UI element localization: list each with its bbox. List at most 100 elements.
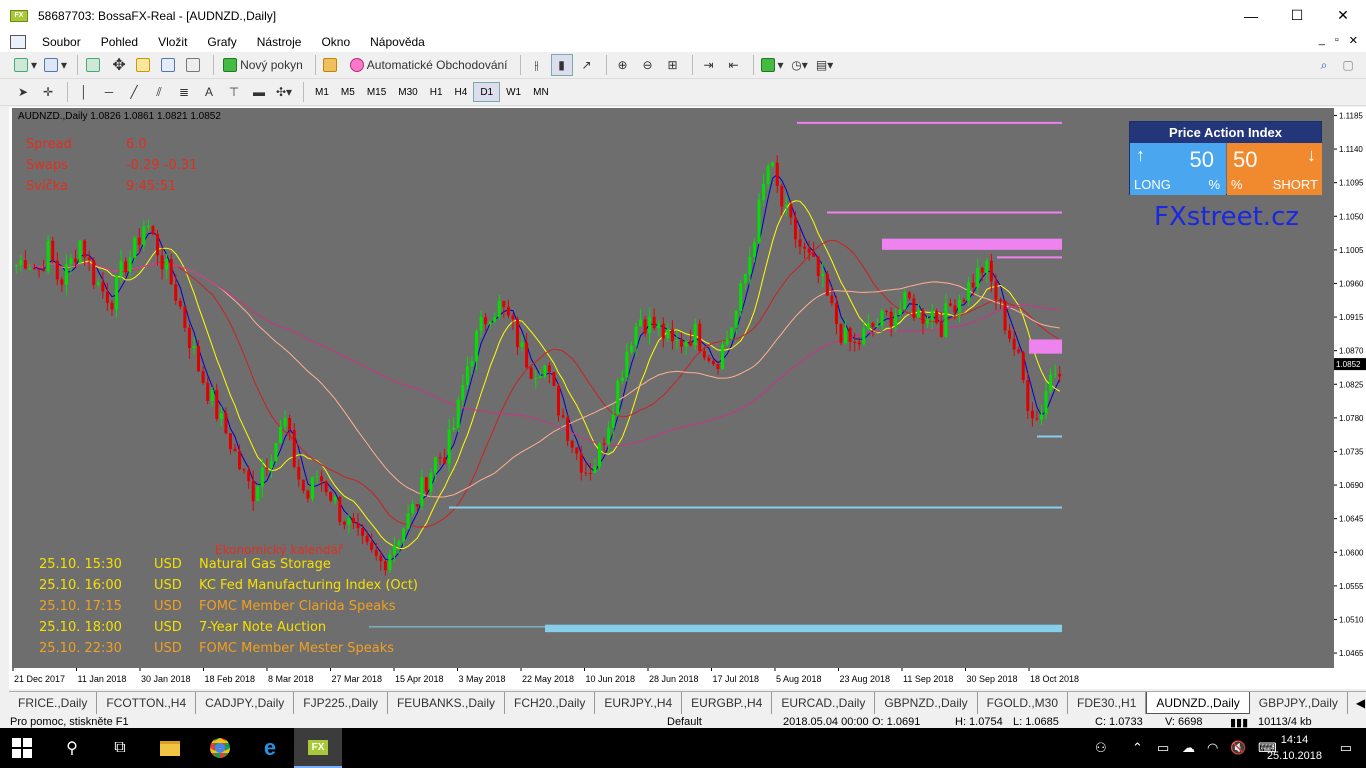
timeframe-h4[interactable]: H4 xyxy=(449,82,474,102)
zoom-in-button[interactable]: ⊕ xyxy=(612,54,634,76)
crosshair-tool[interactable]: ✛ xyxy=(37,81,59,103)
price-axis[interactable]: 1.1185 1.1140 1.1095 1.1050 1.1005 1.0960 1.09… xyxy=(1334,108,1366,668)
candle-body xyxy=(324,481,328,493)
tab-fde30-h1[interactable]: FDE30.,H1 xyxy=(1068,692,1147,714)
mdi-minimize-button[interactable]: _ xyxy=(1319,34,1325,47)
timeframe-m5[interactable]: M5 xyxy=(335,82,361,102)
task-view-icon[interactable]: ⧉ xyxy=(96,728,144,768)
tab-eurgbp-h4[interactable]: EURGBP.,H4 xyxy=(682,692,773,714)
new-chart-button[interactable]: ▾ xyxy=(12,54,39,76)
horizontal-line-tool[interactable]: ─ xyxy=(98,81,120,103)
search-taskbar-icon[interactable]: ⚲ xyxy=(48,728,96,768)
tab-gbpnzd-daily[interactable]: GBPNZD.,Daily xyxy=(875,692,978,714)
tab-fjp225-daily[interactable]: FJP225.,Daily xyxy=(294,692,388,714)
timeframe-d1[interactable]: D1 xyxy=(473,82,501,102)
auto-scroll-button[interactable]: ⇥ xyxy=(698,54,720,76)
templates-button[interactable]: ▤▾ xyxy=(814,54,836,76)
candle-body xyxy=(438,457,442,459)
strategy-tester-button[interactable] xyxy=(183,54,205,76)
chrome-icon[interactable] xyxy=(196,728,244,768)
candle-body xyxy=(415,504,419,507)
menu-soubor[interactable]: Soubor xyxy=(32,35,91,49)
tab-fch20-daily[interactable]: FCH20.,Daily xyxy=(505,692,596,714)
indicators-button[interactable]: ▾ xyxy=(759,54,786,76)
tab-frice-daily[interactable]: FRICE.,Daily xyxy=(9,692,98,714)
community-icon[interactable]: ▢ xyxy=(1337,54,1359,76)
terminal-button[interactable] xyxy=(158,54,180,76)
maximize-button[interactable]: ☐ xyxy=(1274,0,1320,31)
menu-pohled[interactable]: Pohled xyxy=(91,35,148,49)
taskbar-clock[interactable]: 14:14 25.10.2018 xyxy=(1267,732,1322,764)
fxstreet-watermark[interactable]: FXstreet.cz xyxy=(1154,202,1299,232)
arrows-tool[interactable]: ✣▾ xyxy=(273,81,295,103)
cloud-icon[interactable]: ☁ xyxy=(1182,740,1195,756)
tab-gbpjpy-daily[interactable]: GBPJPY.,Daily xyxy=(1250,692,1348,714)
battery-icon[interactable]: ▭ xyxy=(1157,740,1169,756)
timeframe-m30[interactable]: M30 xyxy=(392,82,423,102)
channel-tool[interactable]: ⫽ xyxy=(148,81,170,103)
timeframe-mn[interactable]: MN xyxy=(527,82,555,102)
chart-shift-button[interactable]: ⇤ xyxy=(723,54,745,76)
metaeditor-button[interactable] xyxy=(321,54,343,76)
tray-expand-icon[interactable]: ⌃ xyxy=(1132,740,1143,756)
navigator-button[interactable] xyxy=(133,54,155,76)
tile-windows-button[interactable]: ⊞ xyxy=(662,54,684,76)
timeframe-m1[interactable]: M1 xyxy=(309,82,335,102)
chart-area[interactable]: AUDNZD.,Daily 1.0826 1.0861 1.0821 1.085… xyxy=(12,108,1334,668)
tab-cadjpy-daily[interactable]: CADJPY.,Daily xyxy=(196,692,295,714)
menu-vlozit[interactable]: Vložit xyxy=(148,35,197,49)
tab-eurcad-daily[interactable]: EURCAD.,Daily xyxy=(772,692,876,714)
zoom-out-button[interactable]: ⊖ xyxy=(637,54,659,76)
vertical-line-tool[interactable]: │ xyxy=(73,81,95,103)
line-chart-button[interactable]: ↗ xyxy=(576,54,598,76)
file-explorer-icon[interactable] xyxy=(146,728,194,768)
rectangle-tool[interactable]: ▬ xyxy=(248,81,270,103)
wifi-icon[interactable]: ◠ xyxy=(1207,740,1218,756)
connection-icon: ▮▮▮ xyxy=(1230,717,1249,728)
tab-fcotton-h4[interactable]: FCOTTON.,H4 xyxy=(97,692,197,714)
candle-body xyxy=(274,443,278,462)
fibonacci-tool[interactable]: ≣ xyxy=(173,81,195,103)
profiles-button[interactable]: ▾ xyxy=(42,54,69,76)
tab-scroll-left[interactable]: ◀ xyxy=(1356,692,1365,714)
mdi-restore-button[interactable]: ▫ xyxy=(1335,34,1339,47)
mdi-close-button[interactable]: ✕ xyxy=(1349,34,1358,47)
text-label-tool[interactable]: ⊤ xyxy=(223,81,245,103)
notifications-icon[interactable]: ▭ xyxy=(1340,740,1352,756)
volume-muted-icon[interactable]: 🔇 xyxy=(1230,740,1246,756)
people-icon[interactable]: ⚇ xyxy=(1095,740,1107,756)
search-icon[interactable]: ⌕ xyxy=(1313,54,1335,76)
chart-tabs: FRICE.,Daily FCOTTON.,H4 CADJPY.,Daily FJP2… xyxy=(9,691,1366,714)
minimize-button[interactable]: — xyxy=(1228,0,1274,31)
internet-explorer-icon[interactable]: e xyxy=(246,728,294,768)
windows-start-icon[interactable] xyxy=(12,738,32,758)
trendline-tool[interactable]: ╱ xyxy=(123,81,145,103)
menu-nastroje[interactable]: Nástroje xyxy=(247,35,312,49)
metatrader-taskbar-icon[interactable]: FX xyxy=(294,728,342,768)
tab-fgold-m30[interactable]: FGOLD.,M30 xyxy=(978,692,1069,714)
bar-chart-button[interactable]: ⫲ xyxy=(526,54,548,76)
auto-trading-button[interactable]: Automatické Obchodování xyxy=(346,54,512,76)
cursor-tool[interactable]: ➤ xyxy=(12,81,34,103)
tab-eurjpy-h4[interactable]: EURJPY.,H4 xyxy=(595,692,683,714)
candle-body xyxy=(670,329,674,342)
menu-napoveda[interactable]: Nápověda xyxy=(360,35,435,49)
tab-feubanks-daily[interactable]: FEUBANKS.,Daily xyxy=(388,692,505,714)
candle-body xyxy=(547,365,551,373)
new-order-button[interactable]: Nový pokyn xyxy=(219,54,307,76)
periods-button[interactable]: ◷▾ xyxy=(789,54,811,76)
market-watch-button[interactable] xyxy=(83,54,105,76)
timeframe-w1[interactable]: W1 xyxy=(500,82,527,102)
chart-window-icon[interactable] xyxy=(10,34,26,49)
timeframe-h1[interactable]: H1 xyxy=(424,82,449,102)
data-window-button[interactable]: ✥ xyxy=(108,54,130,76)
time-axis[interactable]: 21 Dec 2017 11 Jan 2018 30 Jan 2018 18 Feb … xyxy=(12,668,1334,689)
tab-audnzd-daily[interactable]: AUDNZD.,Daily xyxy=(1146,692,1250,714)
close-button[interactable]: ✕ xyxy=(1320,0,1366,31)
menu-okno[interactable]: Okno xyxy=(311,35,360,49)
text-tool[interactable]: A xyxy=(198,81,220,103)
timeframe-m15[interactable]: M15 xyxy=(361,82,392,102)
candle-body xyxy=(903,292,907,310)
candlestick-button[interactable]: ▮ xyxy=(550,54,573,76)
menu-grafy[interactable]: Grafy xyxy=(197,35,246,49)
